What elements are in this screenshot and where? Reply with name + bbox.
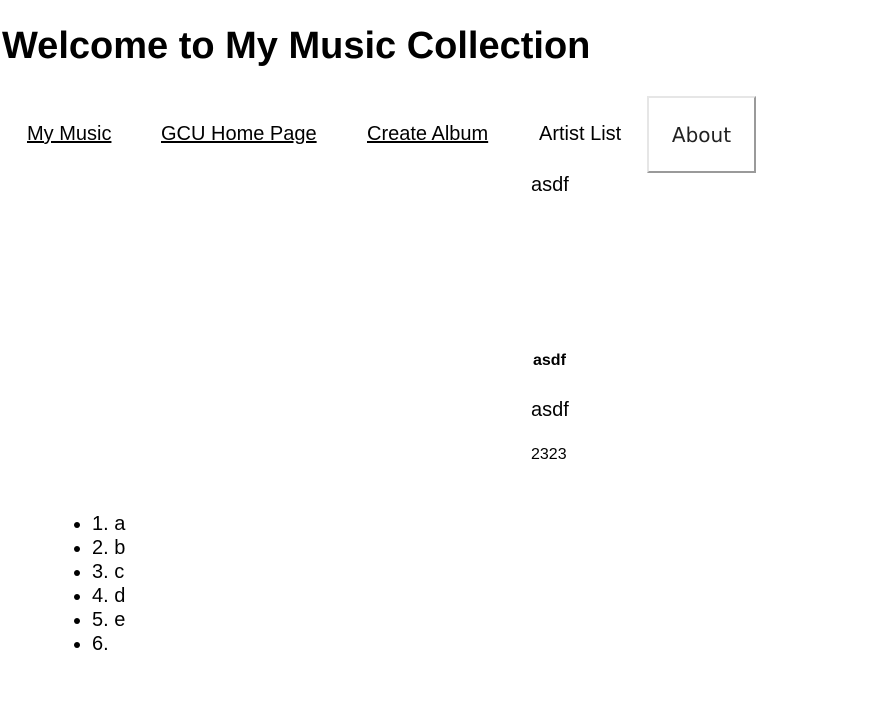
- track-item: 1. a: [92, 512, 125, 536]
- track-item: 6.: [92, 632, 125, 656]
- album-subtitle: asdf: [533, 352, 566, 369]
- album-year: 2323: [531, 446, 567, 463]
- track-item: 5. e: [92, 608, 125, 632]
- nav-link-create-album[interactable]: Create Album: [367, 122, 488, 146]
- nav-link-my-music[interactable]: My Music: [27, 122, 111, 146]
- track-item: 4. d: [92, 584, 125, 608]
- track-list: 1. a 2. b 3. c 4. d 5. e 6.: [52, 512, 125, 656]
- track-item: 2. b: [92, 536, 125, 560]
- track-item: 3. c: [92, 560, 125, 584]
- nav-link-gcu-home[interactable]: GCU Home Page: [161, 122, 317, 146]
- album-title: asdf: [531, 174, 569, 196]
- about-button[interactable]: About: [647, 96, 756, 173]
- nav-link-artist-list[interactable]: Artist List: [539, 122, 621, 146]
- page-title: Welcome to My Music Collection: [2, 25, 591, 67]
- page: Welcome to My Music Collection My Music …: [0, 0, 881, 727]
- album-artist: asdf: [531, 399, 569, 421]
